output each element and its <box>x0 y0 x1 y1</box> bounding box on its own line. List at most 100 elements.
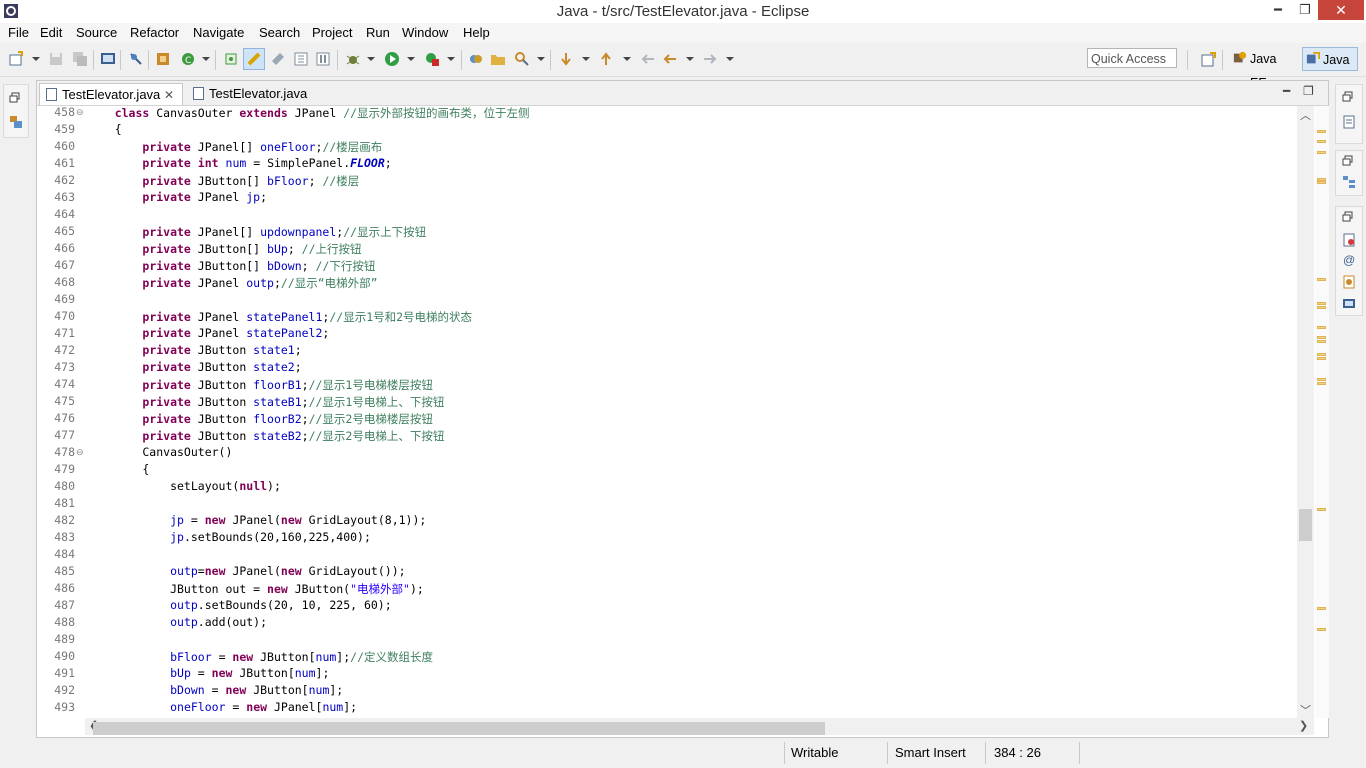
code-line[interactable]: private JPanel statePanel2; <box>87 326 329 340</box>
code-line[interactable]: setLayout(null); <box>87 479 281 493</box>
previous-annotation-icon[interactable] <box>598 51 614 67</box>
new-dropdown-icon[interactable] <box>32 57 40 61</box>
menu-navigate[interactable]: Navigate <box>193 25 244 40</box>
menu-refactor[interactable]: Refactor <box>130 25 179 40</box>
occurrence-marker[interactable] <box>1317 278 1326 281</box>
code-line[interactable]: JButton out = new JButton("电梯外部"); <box>87 581 424 597</box>
run-dropdown-icon[interactable] <box>407 57 415 61</box>
tab-testelevator-active[interactable]: TestElevator.java ✕ <box>39 83 183 105</box>
last-edit-location-icon[interactable] <box>640 51 656 67</box>
skip-breakpoints-icon[interactable] <box>128 51 144 67</box>
code-line[interactable]: outp.add(out); <box>87 615 267 629</box>
run-external-tool-icon[interactable] <box>424 51 440 67</box>
code-line[interactable]: jp = new JPanel(new GridLayout(8,1)); <box>87 513 426 527</box>
search-dropdown-icon[interactable] <box>537 57 545 61</box>
tab-testelevator[interactable]: TestElevator.java <box>187 83 337 105</box>
task-list-icon[interactable] <box>1342 115 1356 129</box>
new-icon[interactable] <box>8 51 24 67</box>
code-line[interactable]: private JButton[] bFloor; //楼层 <box>87 173 359 189</box>
occurrence-marker[interactable] <box>1317 151 1326 154</box>
code-line[interactable]: private JButton state2; <box>87 360 301 374</box>
show-whitespace-icon[interactable] <box>293 51 309 67</box>
code-line[interactable]: private JPanel statePanel1;//显示1号和2号电梯的状… <box>87 309 472 325</box>
occurrence-marker[interactable] <box>1317 302 1326 305</box>
menu-edit[interactable]: Edit <box>40 25 62 40</box>
restore-icon[interactable] <box>1342 155 1354 167</box>
code-line[interactable]: bUp = new JButton[num]; <box>87 666 329 680</box>
fold-collapse-icon[interactable]: ⊖ <box>76 448 84 457</box>
maximize-window-button[interactable]: ❐ <box>1291 0 1319 20</box>
debug-dropdown-icon[interactable] <box>367 57 375 61</box>
save-icon[interactable] <box>48 51 64 67</box>
code-line[interactable]: private JButton[] bUp; //上行按钮 <box>87 241 361 257</box>
occurrence-marker[interactable] <box>1317 607 1326 610</box>
occurrence-marker[interactable] <box>1317 357 1326 360</box>
occurrence-marker[interactable] <box>1317 353 1326 356</box>
code-line[interactable]: private JPanel jp; <box>87 190 267 204</box>
vertical-scrollbar[interactable]: ︿ ﹀ <box>1297 106 1314 718</box>
occurrence-marker[interactable] <box>1317 306 1326 309</box>
save-all-icon[interactable] <box>72 51 88 67</box>
occurrence-marker[interactable] <box>1317 628 1326 631</box>
quick-access-input[interactable]: Quick Access <box>1087 48 1177 68</box>
horizontal-scroll-thumb[interactable] <box>93 722 825 735</box>
code-line[interactable]: class CanvasOuter extends JPanel //显示外部按… <box>87 106 530 121</box>
code-line[interactable]: private JButton stateB2;//显示2号电梯上、下按钮 <box>87 428 444 444</box>
code-line[interactable]: outp.setBounds(20, 10, 225, 60); <box>87 598 392 612</box>
back-dropdown-icon[interactable] <box>686 57 694 61</box>
package-explorer-icon[interactable] <box>9 115 23 129</box>
code-line[interactable]: private JPanel outp;//显示“电梯外部” <box>87 275 377 291</box>
code-line[interactable]: private JButton floorB2;//显示2号电梯楼层按钮 <box>87 411 432 427</box>
open-folder-icon[interactable] <box>490 51 506 67</box>
forward-icon[interactable] <box>702 51 718 67</box>
open-perspective-icon[interactable] <box>1200 52 1216 68</box>
debug-icon[interactable] <box>345 51 361 67</box>
show-source-only-icon[interactable] <box>315 51 331 67</box>
perspective-java-ee[interactable]: Java EE <box>1230 47 1300 90</box>
open-task-icon[interactable] <box>468 51 484 67</box>
menu-source[interactable]: Source <box>76 25 117 40</box>
close-window-button[interactable]: ✕ <box>1318 0 1364 20</box>
code-line[interactable]: private JPanel[] oneFloor;//楼层画布 <box>87 139 382 155</box>
fold-collapse-icon[interactable]: ⊖ <box>76 108 84 117</box>
toggle-block-selection-icon[interactable] <box>270 51 286 67</box>
close-tab-icon[interactable]: ✕ <box>164 84 174 106</box>
code-line[interactable]: { <box>87 122 122 136</box>
restore-icon[interactable] <box>1342 211 1354 223</box>
code-line[interactable]: CanvasOuter() <box>87 445 232 459</box>
occurrence-marker[interactable] <box>1317 508 1326 511</box>
menu-project[interactable]: Project <box>312 25 352 40</box>
menu-file[interactable]: File <box>8 25 29 40</box>
occurrence-marker[interactable] <box>1317 336 1326 339</box>
restore-icon[interactable] <box>1342 91 1354 103</box>
minimize-window-button[interactable]: ━ <box>1264 0 1292 20</box>
open-type-icon[interactable] <box>223 51 239 67</box>
toggle-mark-occurrences-button[interactable] <box>243 48 265 70</box>
menu-window[interactable]: Window <box>402 25 448 40</box>
code-line[interactable]: private JPanel[] updownpanel;//显示上下按钮 <box>87 224 426 240</box>
code-line[interactable]: bDown = new JButton[num]; <box>87 683 343 697</box>
new-class-icon[interactable]: C <box>180 51 196 67</box>
code-line[interactable]: private JButton floorB1;//显示1号电梯楼层按钮 <box>87 377 432 393</box>
terminal-icon[interactable] <box>100 51 116 67</box>
run-icon[interactable] <box>384 51 400 67</box>
code-line[interactable]: private JButton state1; <box>87 343 301 357</box>
scroll-down-icon[interactable]: ﹀ <box>1300 702 1311 718</box>
occurrence-marker[interactable] <box>1317 326 1326 329</box>
back-icon[interactable] <box>662 51 678 67</box>
code-area[interactable]: 458 459 460 461 462 463 464 465 466 467 468 469 470 4… <box>37 106 1295 714</box>
occurrence-marker[interactable] <box>1317 130 1326 133</box>
new-package-icon[interactable] <box>155 51 171 67</box>
code-line[interactable]: private int num = SimplePanel.FLOOR; <box>87 156 391 170</box>
new-class-dropdown-icon[interactable] <box>202 57 210 61</box>
menu-help[interactable]: Help <box>463 25 490 40</box>
code-line[interactable]: { <box>87 462 149 476</box>
code-line[interactable]: jp.setBounds(20,160,225,400); <box>87 530 371 544</box>
declaration-icon[interactable] <box>1342 275 1356 289</box>
overview-ruler[interactable] <box>1315 106 1329 718</box>
next-annotation-icon[interactable] <box>558 51 574 67</box>
problems-icon[interactable] <box>1342 233 1356 247</box>
code-line[interactable]: oneFloor = new JPanel[num]; <box>87 700 357 714</box>
occurrence-marker[interactable] <box>1317 382 1326 385</box>
previous-annotation-dropdown-icon[interactable] <box>623 57 631 61</box>
